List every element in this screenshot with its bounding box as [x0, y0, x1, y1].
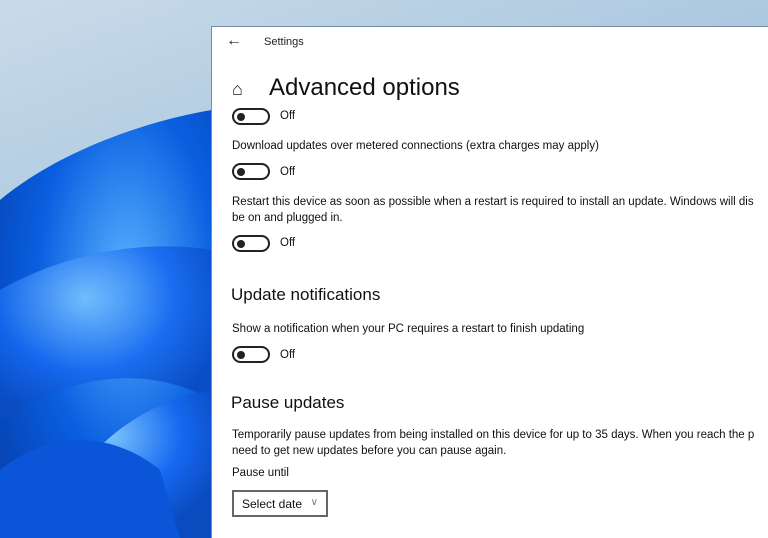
window-title: Settings — [264, 36, 304, 48]
toggle-state: Off — [280, 237, 296, 249]
toggle-state: Off — [280, 166, 296, 178]
select-date-dropdown[interactable]: Select date ∨ — [232, 490, 328, 517]
notifications-heading: Update notifications — [231, 285, 381, 304]
restart-label: Restart this device as soon as possible … — [232, 196, 754, 208]
toggle-state: Off — [280, 110, 296, 122]
desktop-wallpaper — [0, 0, 212, 538]
toggle-state: Off — [280, 349, 296, 361]
pause-description-cont: need to get new updates before you can p… — [232, 445, 507, 457]
metered-toggle[interactable] — [232, 163, 270, 180]
select-value: Select date — [242, 497, 303, 511]
restart-label-cont: be on and plugged in. — [232, 212, 343, 224]
notification-label: Show a notification when your PC require… — [232, 323, 585, 335]
metered-label: Download updates over metered connection… — [232, 140, 599, 152]
arrow-left-icon[interactable]: ← — [226, 32, 242, 50]
notification-toggle[interactable] — [232, 346, 270, 363]
pause-description: Temporarily pause updates from being ins… — [232, 429, 755, 441]
home-icon[interactable]: ⌂ — [232, 79, 243, 100]
pause-until-label: Pause until — [232, 467, 289, 479]
page-title: Advanced options — [269, 74, 460, 101]
toggle-switch[interactable] — [232, 108, 270, 125]
settings-window: ← Settings ⌂ Advanced options Off Downlo… — [211, 26, 768, 538]
restart-toggle[interactable] — [232, 235, 270, 252]
chevron-down-icon: ∨ — [310, 497, 318, 508]
pause-heading: Pause updates — [231, 393, 345, 412]
